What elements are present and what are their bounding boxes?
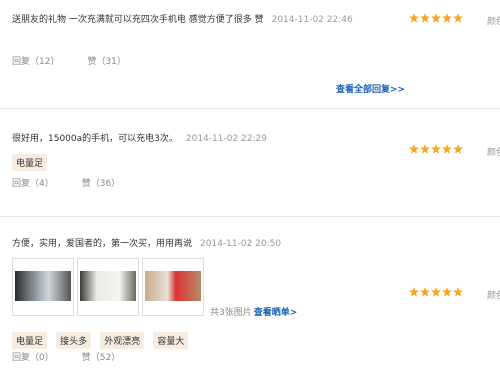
star-icon [453,287,463,297]
tag: 电量足 [12,154,48,171]
rating-stars [409,13,463,23]
reply-link[interactable]: 回复（12） [12,54,59,67]
review-time: 2014-11-02 22:46 [271,15,353,25]
reply-link[interactable]: 回复（4） [12,176,54,189]
divider [0,108,500,109]
star-icon [453,144,463,154]
review-photo[interactable] [77,258,139,316]
star-icon [420,144,430,154]
tag: 电量足 [12,332,48,349]
review-meta: 回复（4） 赞（36） [12,176,120,189]
image-count: 共3张图片 查看晒单> [210,308,298,318]
tag-list: 电量足 [12,151,51,171]
view-all-replies-link[interactable]: 查看全部回复>> [336,82,405,95]
divider [0,216,500,217]
star-icon [409,13,419,23]
tag: 外观漂亮 [100,332,145,349]
star-icon [442,144,452,154]
rating-stars [409,287,463,297]
side-label: 颜色 [487,148,500,158]
side-label: 颜色 [487,17,500,27]
side-label: 颜色 [487,291,500,301]
review-photo[interactable] [12,258,74,316]
review-text: 送朋友的礼物 一次充满就可以充四次手机电 感觉方便了很多 赞 2014-11-02… [12,15,353,25]
review-text: 很好用，15000a的手机，可以充电3次。 2014-11-02 22:29 [12,134,267,144]
like-link[interactable]: 赞（52） [82,350,120,363]
like-link[interactable]: 赞（31） [87,54,125,67]
tag: 容量大 [153,332,189,349]
star-icon [431,287,441,297]
rating-stars [409,144,463,154]
review-meta: 回复（12） 赞（31） [12,54,126,67]
star-icon [409,144,419,154]
review-time: 2014-11-02 20:50 [200,239,282,249]
view-order-link[interactable]: 查看晒单> [254,308,298,318]
review-photo[interactable] [142,258,204,316]
star-icon [431,13,441,23]
like-link[interactable]: 赞（36） [82,176,120,189]
star-icon [420,287,430,297]
tag: 接头多 [56,332,92,349]
star-icon [409,287,419,297]
star-icon [453,13,463,23]
review-meta: 回复（0） 赞（52） [12,350,120,363]
star-icon [420,13,430,23]
review-time: 2014-11-02 22:29 [185,134,267,144]
review-text: 方便，实用，爱国者的，第一次买，用用再说 2014-11-02 20:50 [12,239,282,249]
star-icon [431,144,441,154]
star-icon [442,287,452,297]
reply-link[interactable]: 回复（0） [12,350,54,363]
star-icon [442,13,452,23]
tag-list: 电量足 接头多 外观漂亮 容量大 [12,329,192,349]
